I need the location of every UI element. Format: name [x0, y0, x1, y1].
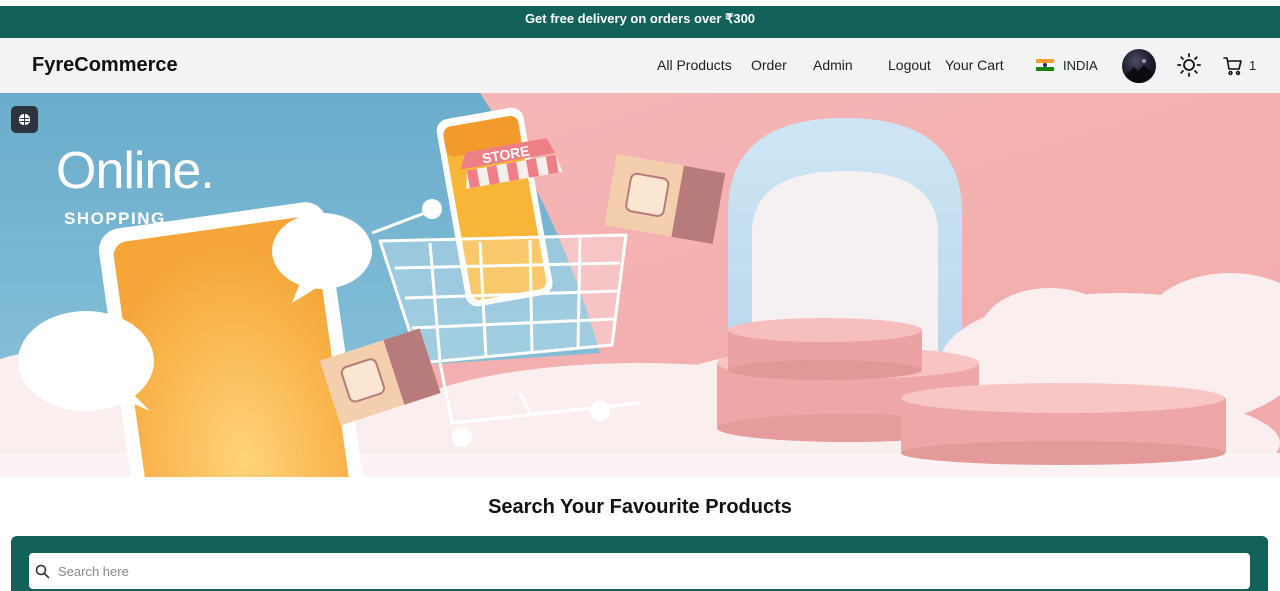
nav-order[interactable]: Order: [751, 38, 787, 93]
navbar: FyreCommerce All Products Order Admin Lo…: [0, 38, 1280, 93]
search-box: [29, 553, 1250, 589]
search-icon: [35, 564, 50, 579]
avatar[interactable]: [1122, 49, 1156, 83]
promo-text: Get free delivery on orders over ₹300: [524, 11, 756, 26]
hero-title: Online.: [56, 142, 215, 200]
hero-subtitle: SHOPPING: [64, 209, 166, 228]
flag-india-icon[interactable]: [1036, 59, 1054, 71]
brand-logo[interactable]: FyreCommerce: [32, 38, 178, 93]
search-heading: Search Your Favourite Products: [488, 496, 792, 518]
cart-count[interactable]: 1: [1249, 38, 1256, 93]
top-strip: [0, 0, 1280, 6]
nav-your-cart[interactable]: Your Cart: [945, 38, 1004, 93]
search-input[interactable]: [56, 562, 1240, 580]
hero-banner: STORE Online. SHOPPING: [0, 93, 1280, 477]
country-selector[interactable]: INDIA: [1063, 38, 1098, 93]
sun-icon[interactable]: [1176, 52, 1202, 83]
nav-logout[interactable]: Logout: [888, 38, 931, 93]
nav-all-products[interactable]: All Products: [657, 38, 732, 93]
promo-bar: Get free delivery on orders over ₹300: [0, 0, 1280, 38]
hero-badge-icon[interactable]: [11, 106, 38, 133]
cart-icon[interactable]: [1223, 56, 1243, 81]
nav-admin[interactable]: Admin: [813, 38, 853, 93]
